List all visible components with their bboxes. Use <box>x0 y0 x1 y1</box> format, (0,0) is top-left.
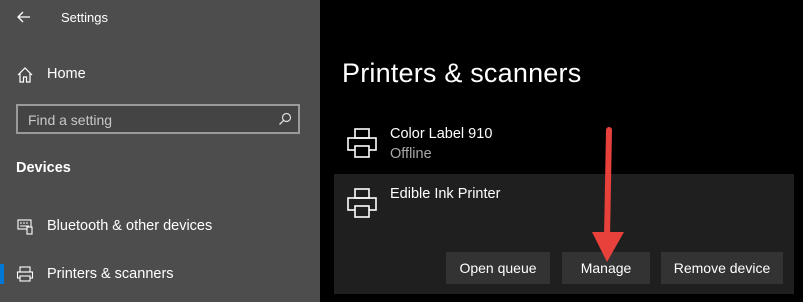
search-icon[interactable] <box>278 112 292 126</box>
home-icon <box>17 67 33 83</box>
printer-status: Offline <box>390 146 432 162</box>
sidebar-item-bluetooth[interactable]: Bluetooth & other devices <box>0 210 320 242</box>
printer-icon <box>347 188 377 218</box>
printer-item[interactable]: Color Label 910 Offline <box>334 118 794 178</box>
title-bar: Settings <box>0 0 320 36</box>
sidebar-item-printers[interactable]: Printers & scanners <box>0 258 320 290</box>
printer-item-expanded[interactable]: Edible Ink Printer Open queue Manage Rem… <box>334 174 794 294</box>
sidebar-item-label: Printers & scanners <box>47 266 174 282</box>
back-button[interactable] <box>12 7 36 27</box>
main-content: Printers & scanners Color Label 910 Offl… <box>320 0 803 302</box>
open-queue-button[interactable]: Open queue <box>446 252 550 284</box>
manage-button[interactable]: Manage <box>562 252 650 284</box>
search-box[interactable] <box>16 104 300 134</box>
sidebar: Settings Home Devices Bluetooth & other … <box>0 0 320 302</box>
selected-indicator <box>0 264 4 284</box>
search-input[interactable] <box>18 106 280 134</box>
printer-icon <box>16 266 34 282</box>
remove-device-button[interactable]: Remove device <box>661 252 783 284</box>
printer-name: Edible Ink Printer <box>390 186 501 202</box>
nav-home[interactable]: Home <box>0 58 320 90</box>
printer-icon <box>347 128 377 158</box>
printer-name: Color Label 910 <box>390 126 493 142</box>
bluetooth-icon <box>17 219 33 235</box>
app-title: Settings <box>61 10 108 25</box>
back-arrow-icon <box>17 11 30 23</box>
home-label: Home <box>47 66 86 82</box>
section-heading: Devices <box>16 160 71 176</box>
sidebar-item-label: Bluetooth & other devices <box>47 218 213 234</box>
page-title: Printers & scanners <box>342 58 582 88</box>
